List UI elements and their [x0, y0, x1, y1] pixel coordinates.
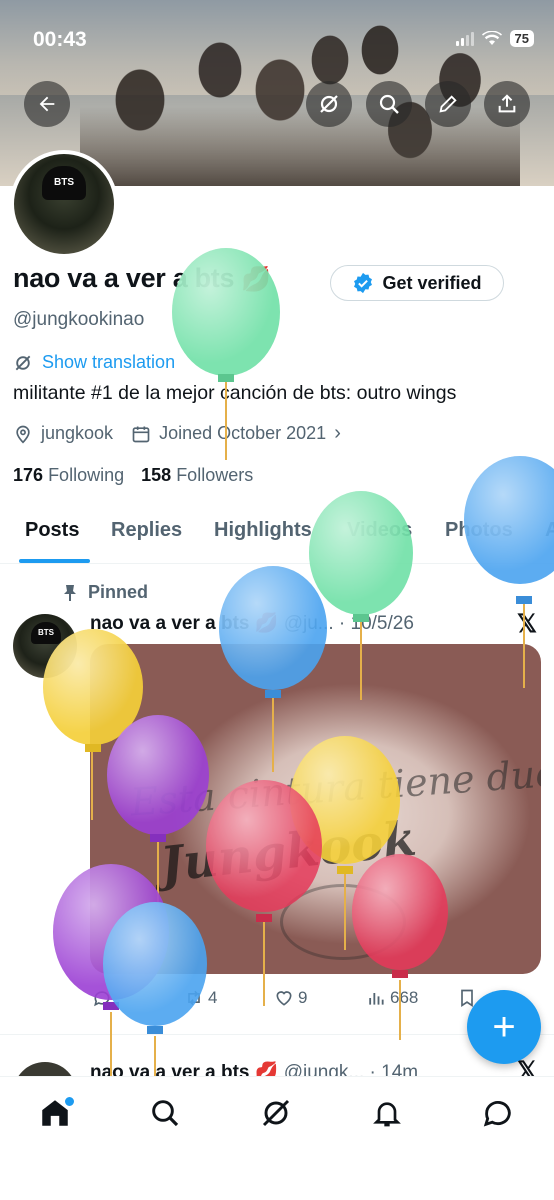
grok-icon — [15, 355, 31, 370]
like-button[interactable]: 9 — [274, 988, 307, 1008]
tab-articles[interactable]: A — [545, 519, 554, 542]
reply-button[interactable] — [92, 988, 112, 1008]
nav-notifications[interactable] — [367, 1093, 407, 1133]
retweet-count: 4 — [208, 988, 218, 1007]
bell-icon — [373, 1102, 401, 1127]
tab-replies[interactable]: Replies — [111, 519, 182, 542]
followers-link[interactable]: 158 Followers — [141, 465, 253, 485]
share-button[interactable] — [484, 81, 530, 127]
grok-icon — [262, 1099, 290, 1127]
profile-handle: @jungkookinao — [13, 309, 145, 330]
post-header: nao va a ver a bts 💋 @ju... · 10/5/26 — [90, 611, 414, 635]
followers-label: Followers — [176, 465, 254, 485]
tab-photos[interactable]: Photos — [445, 519, 513, 542]
calendar-icon — [132, 426, 150, 442]
arrow-left-icon — [39, 96, 55, 112]
reply-icon — [94, 991, 110, 1007]
post-avatar[interactable] — [13, 1062, 77, 1076]
media-text-line-2: Jungkook — [157, 810, 419, 894]
post-media-image[interactable]: Esta cintura tiene dueño Jungkook — [90, 644, 541, 974]
tab-videos[interactable]: Videos — [347, 519, 412, 542]
pinned-label: Pinned — [62, 582, 148, 603]
profile-meta: jungkook Joined October 2021 › — [13, 422, 341, 445]
battery-indicator: 75 — [509, 30, 534, 47]
chevron-right-icon[interactable]: › — [334, 422, 341, 445]
avatar-cap: BTS — [31, 622, 61, 644]
grok-button[interactable] — [306, 81, 352, 127]
follow-stats: 176 Following 158 Followers — [13, 465, 253, 486]
post-author[interactable]: nao va a ver a bts — [90, 1062, 249, 1076]
views-icon — [369, 993, 384, 1005]
views-button[interactable]: 668 — [366, 988, 418, 1008]
following-label: Following — [48, 465, 125, 485]
edit-button[interactable] — [425, 81, 471, 127]
x-logo-icon: 𝕏 — [516, 610, 537, 638]
wifi-icon — [481, 31, 502, 45]
share-icon — [498, 94, 516, 113]
search-icon — [152, 1100, 179, 1127]
nav-grok[interactable] — [256, 1093, 296, 1133]
active-tab-indicator — [19, 559, 90, 563]
views-count: 668 — [390, 988, 419, 1007]
media-text-line-1: Esta cintura tiene dueño — [129, 747, 541, 825]
nav-messages[interactable] — [478, 1093, 518, 1133]
post-emoji: 💋 — [254, 1062, 279, 1076]
bottom-nav — [0, 1076, 554, 1200]
followers-count: 158 — [141, 465, 172, 485]
verified-badge-icon — [354, 272, 373, 294]
profile-name: nao va a ver a bts 💋 — [13, 263, 271, 294]
tab-posts[interactable]: Posts — [25, 519, 79, 542]
profile-name-text: nao va a ver a bts — [13, 263, 235, 293]
signal-icon — [455, 31, 474, 46]
profile-location: jungkook — [41, 423, 114, 443]
chat-icon — [483, 1101, 511, 1127]
retweet-icon — [188, 990, 200, 1006]
post-author[interactable]: nao va a ver a bts — [90, 613, 249, 634]
show-translation-label: Show translation — [42, 352, 176, 372]
back-button[interactable] — [24, 81, 70, 127]
post-avatar[interactable]: BTS — [13, 614, 77, 678]
get-verified-button[interactable]: Get verified — [330, 265, 504, 301]
profile-bio: militante #1 de la mejor canción de bts:… — [13, 382, 457, 404]
retweet-button[interactable]: 4 — [184, 988, 217, 1008]
nav-home[interactable] — [35, 1093, 76, 1133]
search-icon — [379, 94, 399, 114]
nav-search[interactable] — [145, 1093, 185, 1133]
post-handle: @jungk... — [283, 1062, 365, 1076]
get-verified-label: Get verified — [382, 272, 482, 293]
status-time: 00:43 — [33, 28, 87, 51]
show-translation-link[interactable]: Show translation — [13, 352, 175, 373]
grok-icon — [320, 95, 338, 113]
post-date: · 10/5/26 — [338, 613, 414, 634]
media-flower-drawing — [280, 884, 406, 960]
following-link[interactable]: 176 Following — [13, 465, 124, 485]
location-icon — [16, 425, 30, 444]
notification-dot — [63, 1095, 76, 1108]
profile-joined: Joined October 2021 — [159, 423, 327, 443]
post-handle: @ju... — [283, 613, 334, 634]
pinned-text: Pinned — [88, 582, 149, 602]
search-button[interactable] — [366, 81, 412, 127]
profile-avatar[interactable]: BTS — [10, 150, 118, 258]
post-item[interactable]: nao va a ver a bts 💋 @jungk... · 14m 𝕏 — [0, 1050, 554, 1076]
post-time: · 14m — [369, 1062, 419, 1076]
tab-highlights[interactable]: Highlights — [214, 519, 312, 542]
following-count: 176 — [13, 465, 44, 485]
profile-name-emoji: 💋 — [241, 266, 272, 293]
post-header: nao va a ver a bts 💋 @jungk... · 14m — [90, 1060, 418, 1076]
avatar-cap: BTS — [42, 166, 86, 200]
heart-icon — [276, 991, 292, 1006]
pencil-icon — [439, 95, 457, 113]
like-count: 9 — [298, 988, 308, 1007]
status-bar: 00:43 75 — [0, 28, 554, 54]
compose-button[interactable]: + — [467, 990, 541, 1064]
profile-tabs: Posts Replies Highlights Videos Photos A — [0, 515, 554, 564]
pin-icon — [64, 584, 76, 601]
post-emoji: 💋 — [254, 613, 279, 634]
